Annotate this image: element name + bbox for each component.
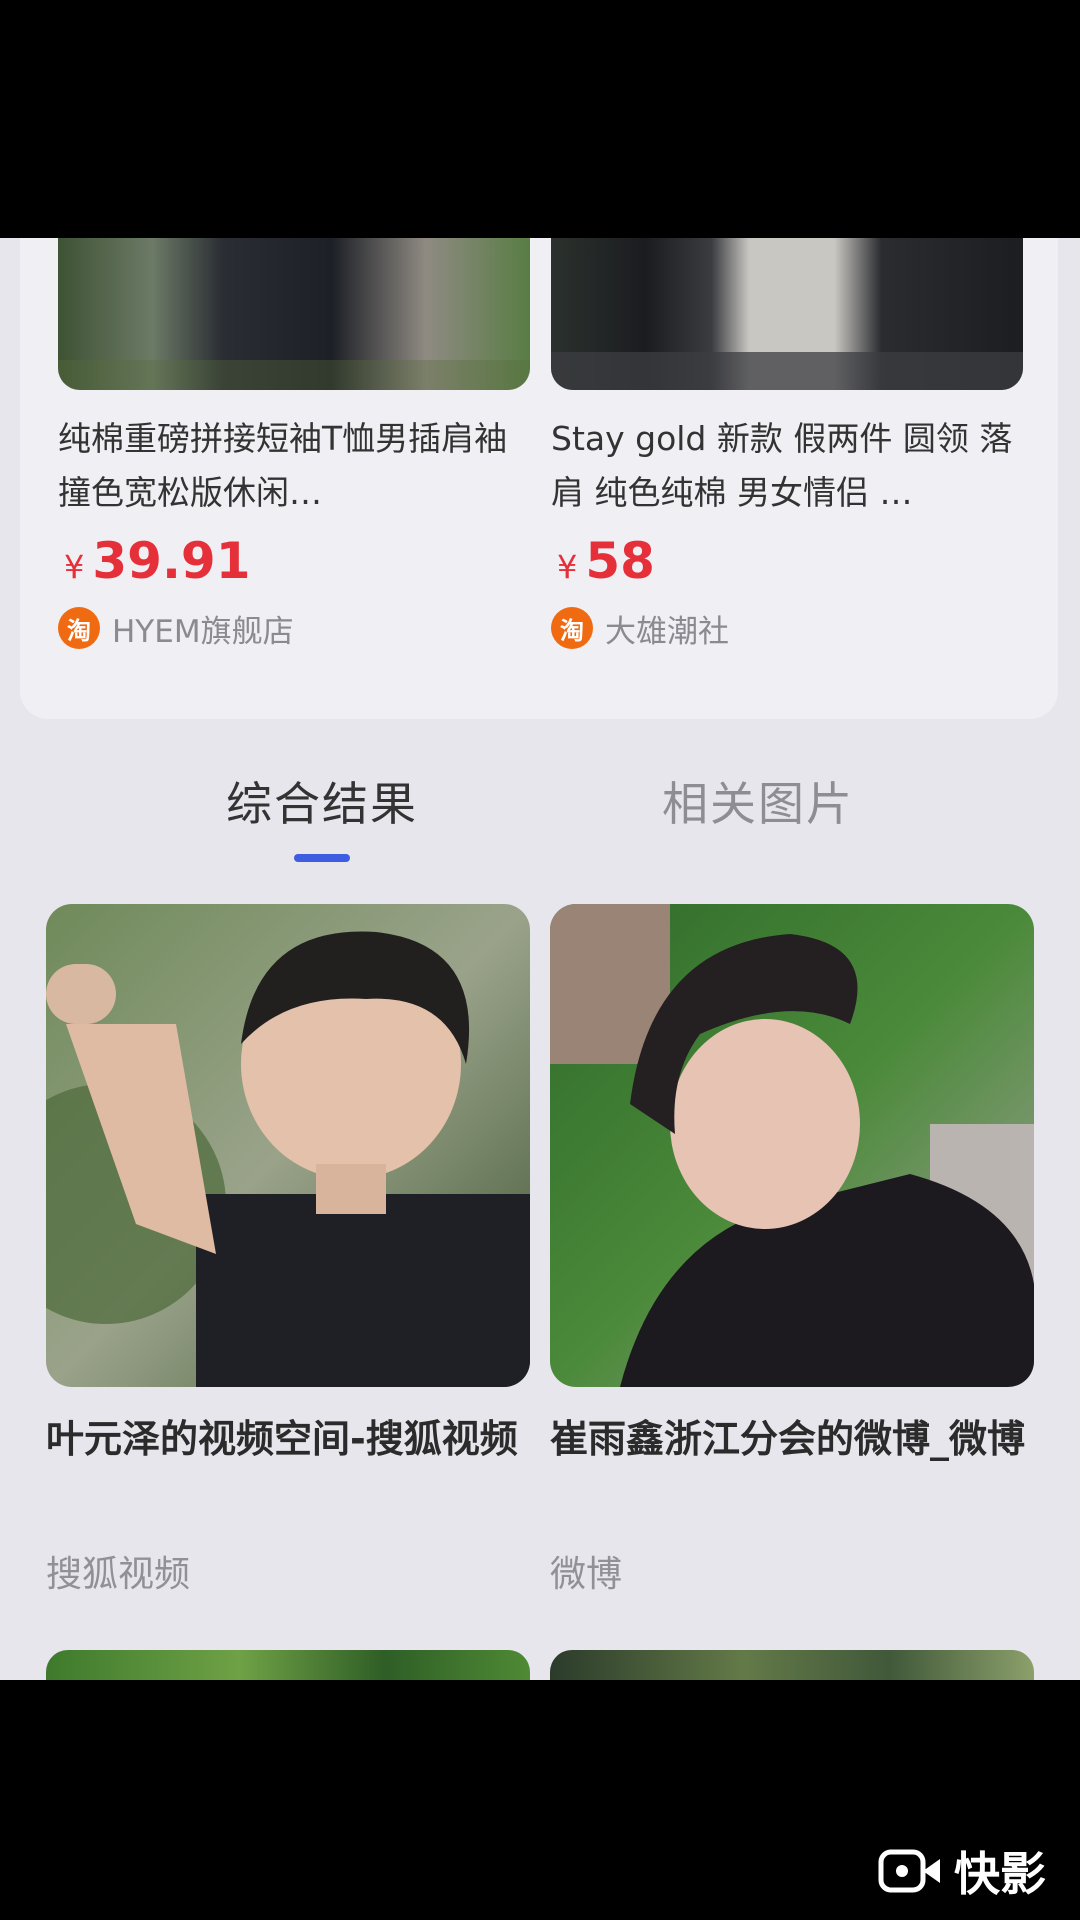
result-image-partial[interactable] bbox=[550, 1650, 1034, 1680]
taobao-icon: 淘 bbox=[551, 607, 593, 649]
tab-related-images[interactable]: 相关图片 bbox=[662, 768, 854, 834]
product-card[interactable]: 纯棉重磅拼接短袖T恤男插肩袖撞色宽松版休闲… ¥ 39.91 淘 HYEM旗舰店 bbox=[58, 238, 530, 650]
shop-row[interactable]: 淘 大雄潮社 bbox=[551, 606, 1023, 650]
taobao-icon: 淘 bbox=[58, 607, 100, 649]
photo-placeholder bbox=[550, 904, 1034, 1387]
result-image[interactable] bbox=[46, 904, 530, 1387]
result-card[interactable]: 崔雨鑫浙江分会的微博_微博 微博 bbox=[550, 904, 1034, 1597]
kuaiying-camera-icon bbox=[878, 1849, 940, 1893]
result-title[interactable]: 叶元泽的视频空间-搜狐视频 bbox=[46, 1409, 530, 1529]
product-card[interactable]: Stay gold 新款 假两件 圆领 落肩 纯色纯棉 男女情侣 … ¥ 58 … bbox=[551, 238, 1023, 650]
result-card[interactable]: 叶元泽的视频空间-搜狐视频 搜狐视频 bbox=[46, 904, 530, 1597]
product-price: ¥ 58 bbox=[551, 532, 1023, 592]
price-value: 39.91 bbox=[92, 532, 251, 590]
result-source: 搜狐视频 bbox=[46, 1554, 191, 1595]
watermark-text: 快影 bbox=[954, 1847, 1046, 1901]
product-title[interactable]: 纯棉重磅拼接短袖T恤男插肩袖撞色宽松版休闲… bbox=[58, 412, 530, 520]
currency-symbol: ¥ bbox=[557, 548, 578, 586]
photo-placeholder bbox=[46, 904, 530, 1387]
currency-symbol: ¥ bbox=[64, 548, 85, 586]
product-image[interactable] bbox=[58, 238, 530, 390]
shop-name[interactable]: HYEM旗舰店 bbox=[112, 606, 294, 651]
product-price: ¥ 39.91 bbox=[58, 532, 530, 592]
result-source: 微博 bbox=[550, 1554, 623, 1595]
shop-name[interactable]: 大雄潮社 bbox=[605, 606, 729, 651]
watermark: 快影 bbox=[878, 1838, 1046, 1904]
product-image[interactable] bbox=[551, 238, 1023, 390]
result-tabs: 综合结果 相关图片 bbox=[0, 768, 1080, 888]
screen: 纯棉重磅拼接短袖T恤男插肩袖撞色宽松版休闲… ¥ 39.91 淘 HYEM旗舰店… bbox=[0, 238, 1080, 1680]
price-value: 58 bbox=[585, 532, 655, 590]
product-title[interactable]: Stay gold 新款 假两件 圆领 落肩 纯色纯棉 男女情侣 … bbox=[551, 412, 1023, 520]
result-title[interactable]: 崔雨鑫浙江分会的微博_微博 bbox=[550, 1409, 1034, 1529]
active-tab-indicator bbox=[294, 854, 350, 862]
shop-row[interactable]: 淘 HYEM旗舰店 bbox=[58, 606, 530, 650]
shopping-results-card: 纯棉重磅拼接短袖T恤男插肩袖撞色宽松版休闲… ¥ 39.91 淘 HYEM旗舰店… bbox=[20, 238, 1058, 719]
result-image-partial[interactable] bbox=[46, 1650, 530, 1680]
tab-comprehensive-results[interactable]: 综合结果 bbox=[226, 768, 418, 834]
result-image[interactable] bbox=[550, 904, 1034, 1387]
